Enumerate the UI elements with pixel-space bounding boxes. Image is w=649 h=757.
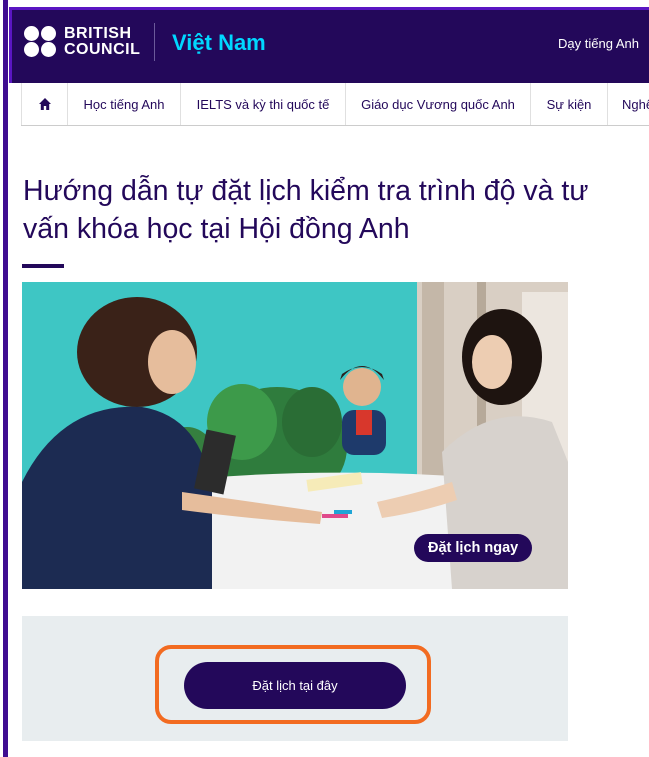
book-now-badge[interactable]: Đặt lịch ngay	[414, 534, 533, 562]
nav-item-uk-education[interactable]: Giáo dục Vương quốc Anh	[345, 83, 530, 125]
country-name[interactable]: Việt Nam	[172, 30, 266, 56]
book-here-button[interactable]: Đặt lịch tại đây	[184, 662, 406, 709]
top-header: BRITISH COUNCIL Việt Nam Dạy tiếng Anh	[9, 7, 649, 83]
british-council-logo[interactable]: BRITISH COUNCIL	[24, 26, 144, 60]
title-underline	[22, 264, 64, 268]
logo-text-line1: BRITISH	[64, 25, 132, 42]
logo-text-line2: COUNCIL	[64, 41, 141, 58]
nav-home-button[interactable]	[21, 83, 67, 125]
nav-item-events[interactable]: Sự kiện	[530, 83, 607, 125]
home-icon	[38, 98, 51, 110]
page-title: Hướng dẫn tự đặt lịch kiểm tra trình độ …	[23, 175, 589, 245]
teach-english-link[interactable]: Dạy tiếng Anh	[558, 36, 639, 51]
header-divider	[154, 23, 155, 61]
logo-dots-icon	[24, 26, 60, 58]
nav-item-arts[interactable]: Nghệ	[607, 83, 649, 125]
hero-image[interactable]: Đặt lịch ngay	[22, 282, 568, 589]
main-nav: Học tiếng Anh IELTS và kỳ thi quốc tế Gi…	[21, 83, 649, 126]
page-left-border	[0, 0, 10, 757]
nav-item-ielts[interactable]: IELTS và kỳ thi quốc tế	[180, 83, 345, 125]
nav-item-learn-english[interactable]: Học tiếng Anh	[67, 83, 180, 125]
